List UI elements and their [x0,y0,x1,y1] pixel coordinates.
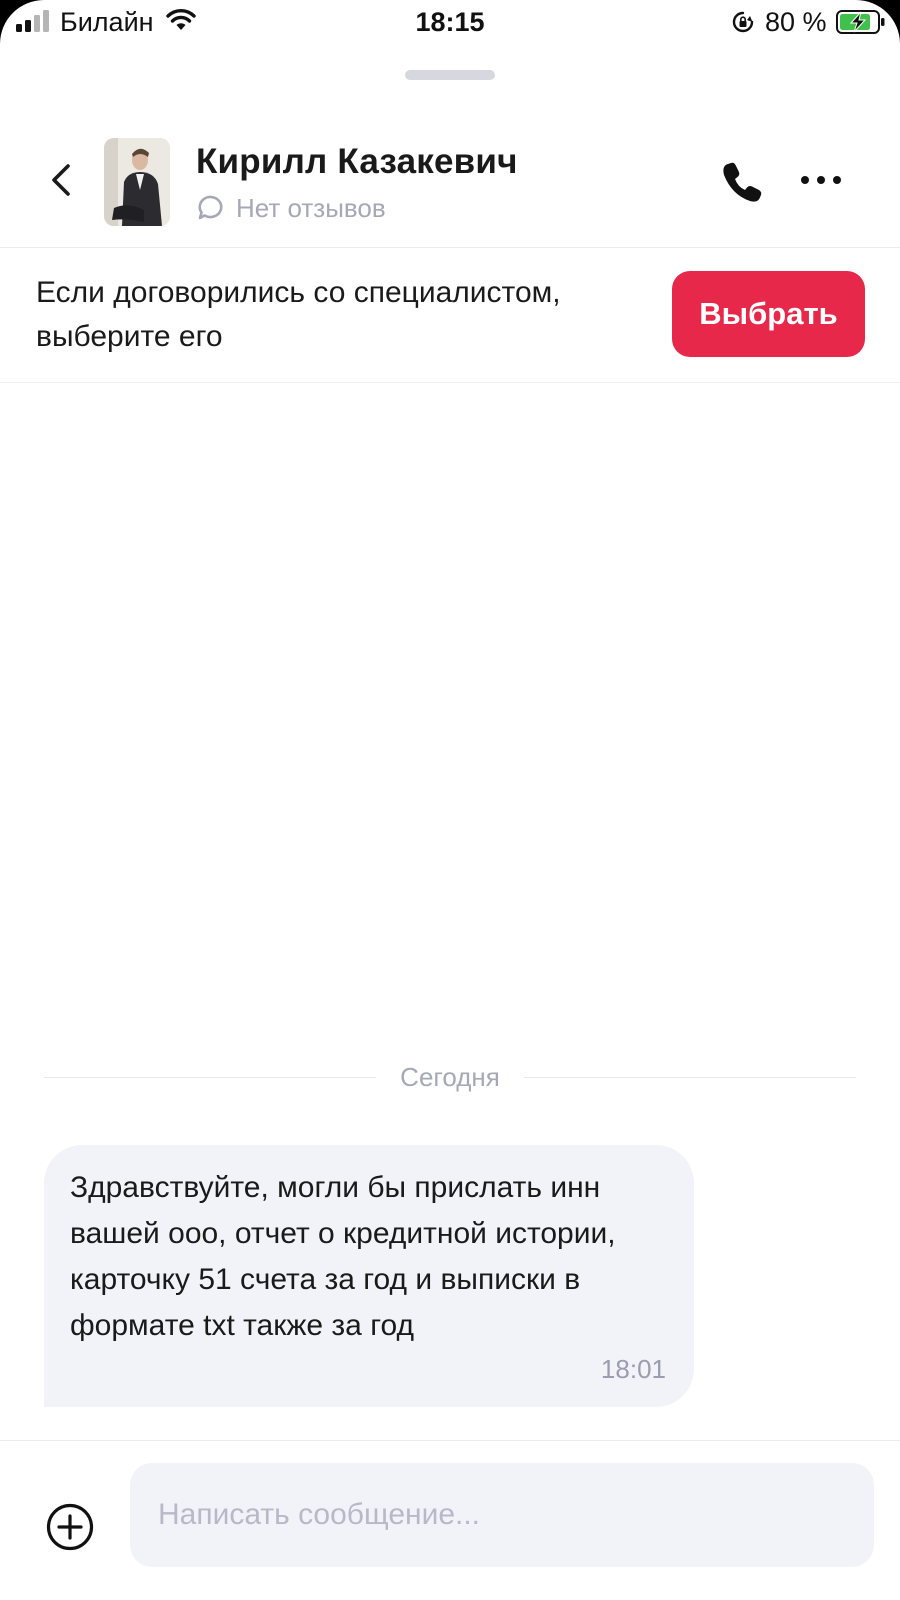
reviews-label: Нет отзывов [236,192,386,223]
avatar[interactable] [104,138,170,226]
reviews-status[interactable]: Нет отзывов [196,192,386,224]
avatar-photo [104,138,170,226]
message-input[interactable] [130,1463,874,1567]
select-specialist-banner: Если договорились со специалистом, выбер… [0,249,900,383]
battery-icon [836,10,885,34]
chat-bubble-icon [198,195,223,220]
contact-name: Кирилл Казакевич [196,142,518,181]
incoming-message[interactable]: Здравствуйте, могли бы прислать инн ваше… [44,1145,694,1407]
back-icon[interactable] [46,160,76,200]
status-bar: Билайн 18:15 80 % [0,0,900,48]
message-text: Здравствуйте, могли бы прислать инн ваше… [70,1171,616,1342]
select-button[interactable]: Выбрать [672,271,865,357]
chat-header: Кирилл Казакевич Нет отзывов [0,120,900,248]
rotation-lock-icon [732,11,754,33]
more-icon[interactable] [798,172,844,188]
phone-icon[interactable] [718,158,766,206]
battery-percent: 80 % [765,7,827,37]
sheet-grabber[interactable] [405,70,495,80]
banner-text: Если договорились со специалистом, выбер… [36,276,561,353]
chat-screen: Билайн 18:15 80 % Кирилл Казакевич Нет о… [0,0,900,1600]
plus-circle-icon[interactable] [44,1501,96,1553]
date-separator: Сегодня [44,1058,856,1098]
message-composer [0,1440,900,1600]
message-time: 18:01 [600,1354,666,1384]
separator-line [524,1077,856,1078]
